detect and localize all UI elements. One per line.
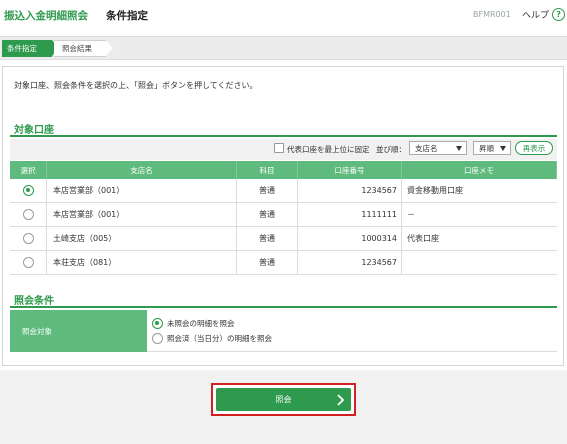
header-account-number: 口座番号 [298,161,402,179]
option-read-today-details[interactable]: 照会済（当日分）の明細を照会 [152,333,272,344]
account-memo-cell [402,251,557,274]
account-number-cell: 1234567 [298,179,402,202]
screen-id: BFMR001 [473,10,511,19]
inquiry-target-label: 照会対象 [10,310,147,352]
redisplay-button[interactable]: 再表示 [515,141,553,155]
table-row[interactable]: 土崎支店（005） 普通 1000314 代表口座 [10,227,557,251]
help-label: ヘルプ [522,10,550,21]
sort-order-value: 昇順 [479,143,494,153]
account-number-cell: 1000314 [298,227,402,250]
account-number-cell: 1111111 [298,203,402,226]
account-radio[interactable] [22,209,34,220]
option-label: 照会済（当日分）の明細を照会 [167,334,272,343]
subject-cell: 普通 [237,203,298,226]
inquiry-button[interactable]: 照会 [216,388,351,411]
account-radio[interactable] [22,233,34,244]
row-select-cell [10,227,47,250]
header-branch: 支店名 [47,161,237,179]
step-bar: 条件指定 照会結果 [0,36,567,60]
inquiry-target-options [147,310,557,352]
option-radio[interactable] [152,333,163,344]
step-condition-specify: 条件指定 [2,40,59,57]
section-title-accounts: 対象口座 [14,125,54,136]
header-account-memo: 口座メモ [402,161,557,179]
row-select-cell [10,251,47,274]
step-inquiry-result: 照会結果 [54,40,113,57]
table-header: 選択 支店名 科目 口座番号 口座メモ [10,161,557,179]
chevron-right-icon [337,394,345,406]
subject-cell: 普通 [237,251,298,274]
account-radio[interactable] [22,257,34,268]
row-select-cell [10,203,47,226]
branch-cell: 本店営業部（001） [47,203,237,226]
subject-cell: 普通 [237,179,298,202]
help-icon[interactable]: ? [552,7,566,21]
section-title-conditions: 照会条件 [14,296,54,307]
account-table: 選択 支店名 科目 口座番号 口座メモ 本店営業部（001） 普通 123456… [10,161,557,275]
help-link[interactable]: ヘルプ ? [522,7,566,21]
row-select-cell [10,179,47,202]
header-select: 選択 [10,161,47,179]
sort-label: 並び順： [376,145,406,154]
account-memo-cell: 代表口座 [407,234,439,243]
option-radio[interactable] [152,318,163,329]
section-divider [10,306,557,308]
account-radio[interactable] [22,185,34,196]
app-title: 振込入金明細照会 [4,10,88,22]
chevron-down-icon [500,146,506,151]
branch-cell: 土崎支店（005） [47,227,237,250]
pin-representative-label[interactable]: 代表口座を最上位に固定 [287,144,370,155]
table-row[interactable]: 本店営業部（001） 普通 1111111 － [10,203,557,227]
table-row[interactable]: 本荘支店（081） 普通 1234567 [10,251,557,275]
pin-representative-checkbox[interactable] [274,143,284,153]
screen-title: 条件指定 [106,10,148,22]
branch-cell: 本店営業部（001） [47,179,237,202]
sort-field-value: 支店名 [415,143,438,153]
sort-field-select[interactable]: 支店名 [409,141,467,155]
account-number-cell: 1234567 [298,251,402,274]
account-memo-cell: 資金移動用口座 [407,186,463,195]
table-row[interactable]: 本店営業部（001） 普通 1234567 資金移動用口座 [10,179,557,203]
account-memo-cell: － [407,210,415,219]
section-divider [10,135,557,137]
subject-cell: 普通 [237,227,298,250]
sort-order-select[interactable]: 昇順 [473,141,511,155]
header-subject: 科目 [237,161,298,179]
option-unread-details[interactable]: 未照会の明細を照会 [152,318,235,329]
chevron-down-icon [456,146,462,151]
instruction-text: 対象口座、照会条件を選択の上、「照会」ボタンを押してください。 [14,81,258,90]
option-label: 未照会の明細を照会 [167,319,235,328]
branch-cell: 本荘支店（081） [47,251,237,274]
